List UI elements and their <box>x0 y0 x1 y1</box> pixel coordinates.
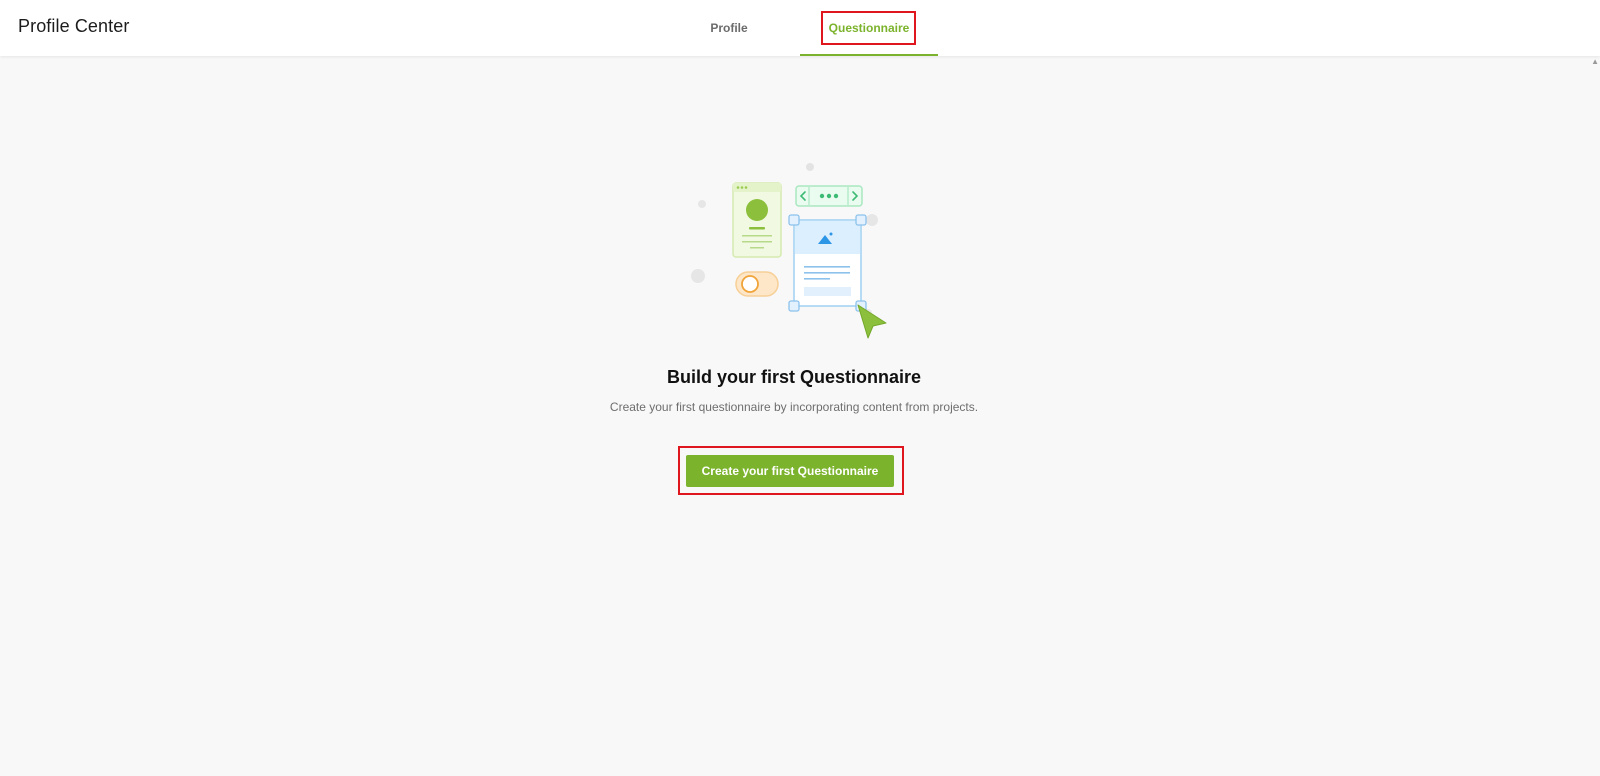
decor-dot-icon <box>698 200 706 208</box>
create-questionnaire-button[interactable]: Create your first Questionnaire <box>686 455 894 487</box>
top-navigation-bar: Profile Center Profile Questionnaire <box>0 0 1600 56</box>
scroll-up-arrow-icon[interactable]: ▲ <box>1591 58 1599 66</box>
carousel-pager-icon <box>795 185 863 207</box>
active-tab-indicator <box>800 54 938 56</box>
profile-card-icon <box>732 182 782 258</box>
main-content: Build your first Questionnaire Create yo… <box>0 56 1600 776</box>
decor-dot-icon <box>806 163 814 171</box>
tab-questionnaire[interactable]: Questionnaire <box>800 0 938 56</box>
toggle-switch-icon <box>735 271 779 297</box>
decor-dot-icon <box>866 214 878 226</box>
vertical-scrollbar[interactable] <box>1592 56 1600 776</box>
empty-state-description: Create your first questionnaire by incor… <box>609 400 979 414</box>
app-title: Profile Center <box>18 16 130 36</box>
document-card-icon <box>788 214 867 312</box>
tab-profile-label: Profile <box>710 21 748 35</box>
tab-profile[interactable]: Profile <box>679 0 779 56</box>
cursor-pointer-icon <box>857 304 887 339</box>
decor-dot-icon <box>691 269 705 283</box>
tab-questionnaire-label: Questionnaire <box>828 21 910 35</box>
empty-state-title: Build your first Questionnaire <box>666 367 922 387</box>
